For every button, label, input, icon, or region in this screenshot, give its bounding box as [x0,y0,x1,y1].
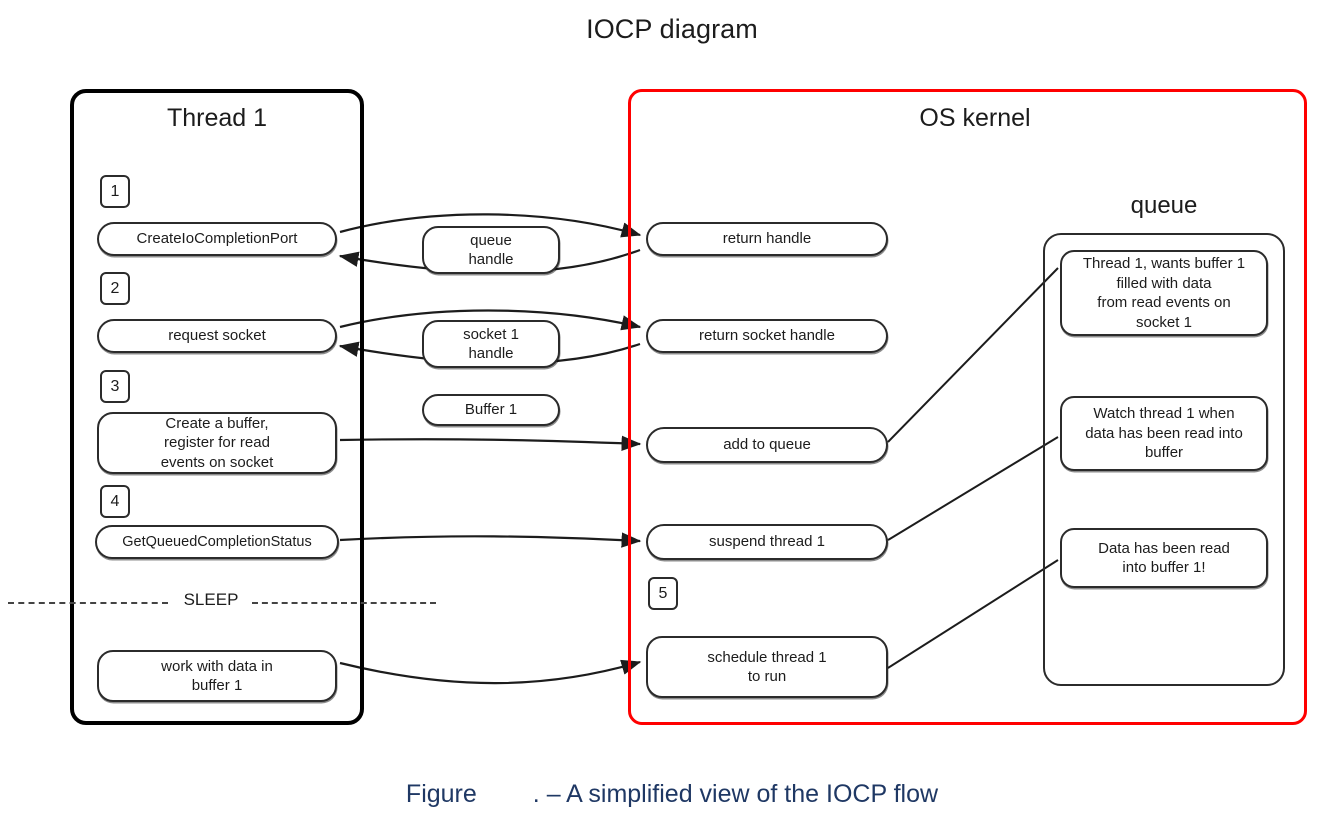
step-badge-2: 2 [100,272,130,305]
queue-item-1[interactable]: Thread 1, wants buffer 1 filled with dat… [1060,250,1268,336]
label-socket-handle: socket 1 handle [422,320,560,368]
node-return-handle[interactable]: return handle [646,222,888,256]
node-add-to-queue[interactable]: add to queue [646,427,888,463]
step-badge-4: 4 [100,485,130,518]
node-request-socket[interactable]: request socket [97,319,337,353]
kernel-panel-heading: OS kernel [919,104,1031,132]
node-schedule-thread[interactable]: schedule thread 1 to run [646,636,888,698]
queue-item-3[interactable]: Data has been read into buffer 1! [1060,528,1268,588]
queue-item-2[interactable]: Watch thread 1 when data has been read i… [1060,396,1268,471]
step-badge-1: 1 [100,175,130,208]
thread-panel-heading: Thread 1 [166,104,268,132]
sleep-dash-left [8,602,168,604]
diagram-canvas: IOCP diagram Thread 1 1 CreateIoCompleti… [0,0,1344,838]
arrow-buffer-to-add-queue [339,435,642,451]
node-create-buffer[interactable]: Create a buffer, register for read event… [97,412,337,474]
figure-caption-prefix: Figure [405,780,477,808]
sleep-label: SLEEP [168,590,254,610]
queue-panel-heading: queue [1130,192,1198,219]
node-return-socket-handle[interactable]: return socket handle [646,319,888,353]
figure-caption-suffix: . – A simplified view of the IOCP flow [532,780,939,808]
sleep-divider: SLEEP [0,590,445,616]
step-badge-5: 5 [648,577,678,610]
sleep-dash-right [252,602,436,604]
arrow-schedule-to-work [339,659,642,685]
node-create-io-completion-port[interactable]: CreateIoCompletionPort [97,222,337,256]
node-get-queued-completion-status[interactable]: GetQueuedCompletionStatus [95,525,339,559]
label-queue-handle: queue handle [422,226,560,274]
node-suspend-thread[interactable]: suspend thread 1 [646,524,888,560]
node-work-with-data[interactable]: work with data in buffer 1 [97,650,337,702]
step-badge-3: 3 [100,370,130,403]
arrow-getstatus-to-suspend [339,532,642,548]
page-title: IOCP diagram [586,14,758,44]
label-buffer-1: Buffer 1 [422,394,560,426]
figure-caption: Figure . – A simplified view of the IOCP … [0,780,1344,809]
